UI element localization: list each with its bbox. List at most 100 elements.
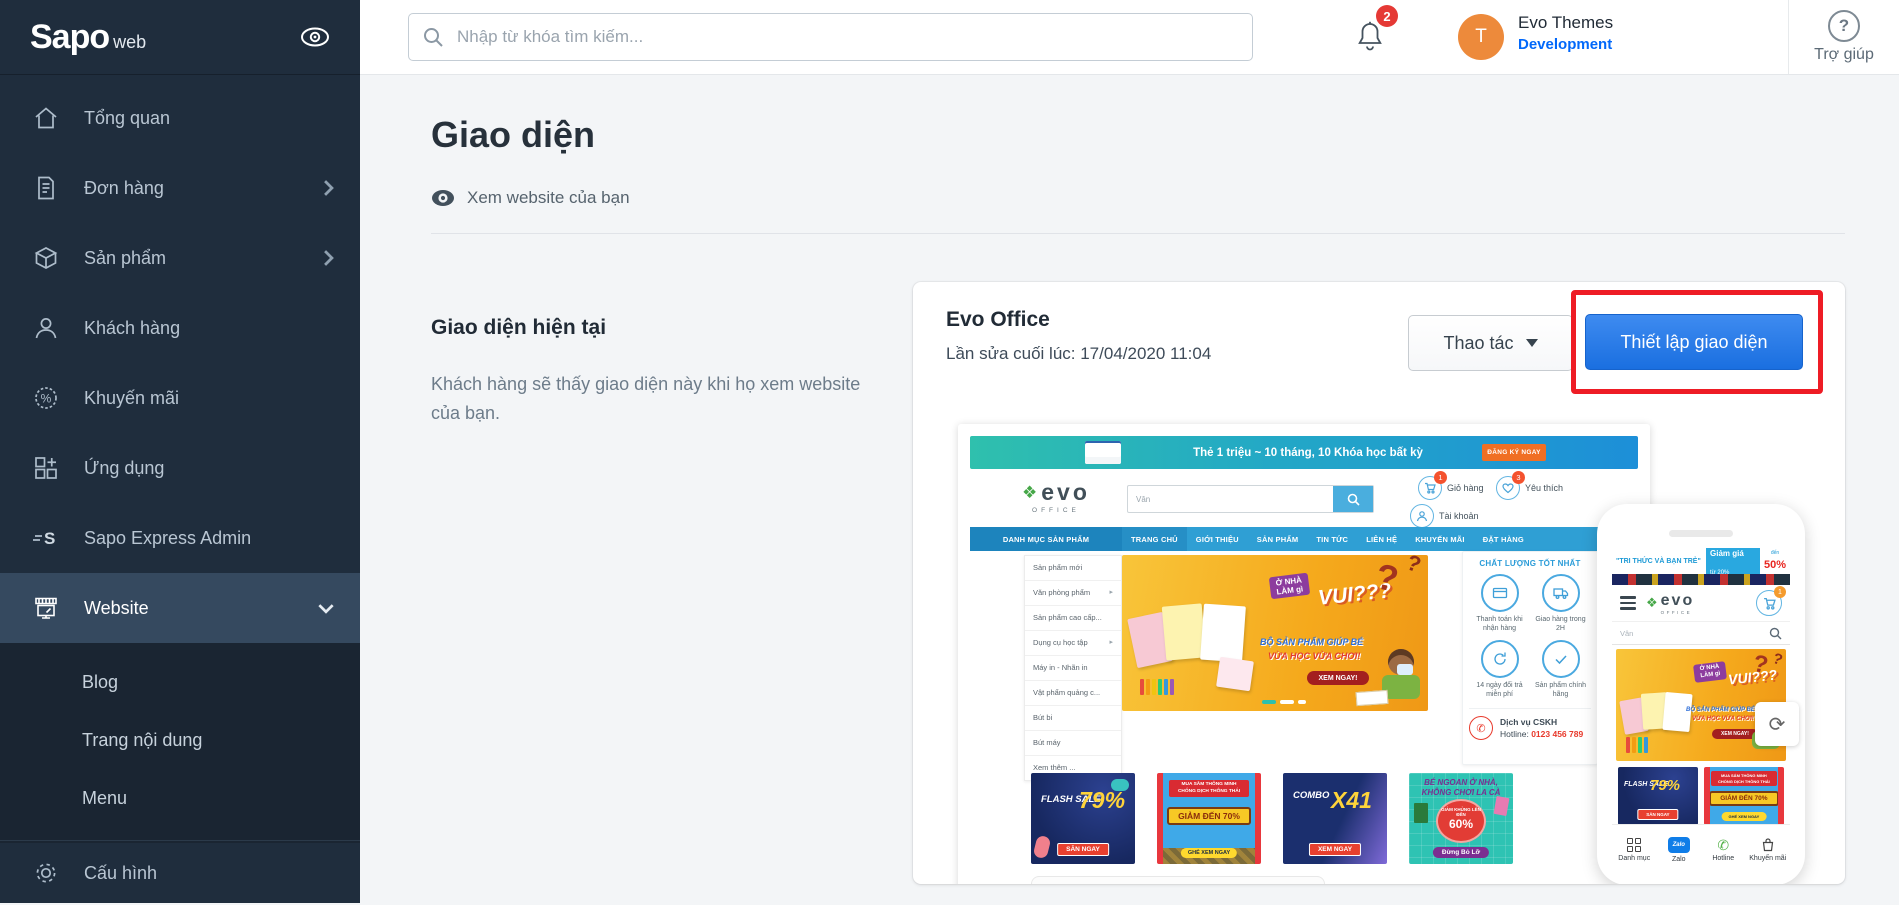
actions-label: Thao tác [1443, 332, 1514, 353]
tile-cta: XEM NGAY [1308, 843, 1362, 856]
preview-nav-order: ĐẶT HÀNG [1482, 534, 1524, 544]
hero-crayons [1140, 679, 1174, 695]
setup-theme-button[interactable]: Thiết lập giao diện [1585, 314, 1803, 370]
sidebar-subitem-menu[interactable]: Menu [0, 769, 360, 827]
global-search [408, 13, 1253, 61]
preview-banner-cta: ĐĂNG KÝ NGAY [1482, 444, 1546, 461]
user-icon [1410, 504, 1434, 528]
hero-badge: Ở NHÀ LÀM gì [1268, 572, 1310, 600]
sidebar-subitem-trang-noi-dung[interactable]: Trang nội dung [0, 711, 360, 769]
hero-kid-book [1355, 689, 1389, 707]
theme-name: Evo Office [946, 308, 1050, 331]
tile-decor [1414, 803, 1428, 823]
wishlist-label: Yêu thích [1525, 483, 1564, 493]
account-menu[interactable]: Evo Themes Development [1518, 12, 1613, 55]
mobile-search: Vân [1612, 621, 1790, 645]
sidebar-item-khuyen-mai[interactable]: % Khuyến mãi [0, 363, 360, 433]
question-mark-decor: ? [1770, 649, 1785, 670]
preview-promo-banner: Thẻ 1 triệu ~ 10 tháng, 10 Khóa học bất … [970, 436, 1638, 469]
delivery-truck-icon [1541, 574, 1580, 612]
topbar: 2 T Evo Themes Development ? Trợ giúp [360, 0, 1899, 75]
eye-filled-icon [431, 189, 455, 207]
hero-badge: Ở NHÀ LÀM gì [1693, 661, 1727, 683]
phone-icon: ✆ [1717, 837, 1730, 853]
sidebar-item-khach-hang[interactable]: Khách hàng [0, 293, 360, 363]
eye-icon[interactable] [300, 27, 330, 47]
menu-item: Vật phẩm quảng c... [1025, 681, 1121, 706]
quality-grid: Thanh toán khi nhận hàng Giao hàng trong… [1469, 574, 1591, 706]
preview-nav-contact: LIÊN HỆ [1366, 534, 1398, 544]
return-icon [1480, 640, 1519, 679]
main-content: Giao diện Xem website của bạn Giao diện … [360, 74, 1899, 903]
tile-percent: 79% [1079, 787, 1126, 813]
genuine-icon [1541, 640, 1580, 679]
tile-title: BÉ NGOAN Ở NHÀ, KHÔNG CHƠI LA CÀ [1421, 778, 1501, 797]
preview-nav-home: TRANG CHỦ [1122, 527, 1187, 551]
heart-icon: 3 [1496, 471, 1525, 500]
sidebar-submenu-website: Blog Trang nội dung Menu [0, 643, 360, 843]
chevron-right-icon [323, 249, 334, 267]
theme-preview-desktop: Thẻ 1 triệu ~ 10 tháng, 10 Khóa học bất … [958, 424, 1650, 884]
zalo-icon: Zalo [1667, 837, 1690, 853]
quality-feature: Sản phẩm chính hãng [1530, 640, 1591, 699]
sapo-express-icon: S [32, 524, 60, 552]
sidebar-item-label: Sapo Express Admin [84, 527, 252, 548]
view-website-link[interactable]: Xem website của bạn [431, 188, 630, 208]
sidebar-menu: Tổng quan Đơn hàng Sản phẩm Khách hàng %… [0, 75, 360, 643]
account-label: Tài khoản [1439, 511, 1479, 521]
promo-tile-giam-70: MUA SẮM THÔNG MINH CHỐNG DỊCH THÔNG THÁI … [1157, 773, 1261, 864]
sapo-logo-text: Sapo [30, 17, 110, 56]
sapo-logo[interactable]: Sapo web [30, 18, 146, 57]
page-title: Giao diện [431, 114, 596, 155]
customer-icon [32, 314, 60, 342]
search-icon [422, 26, 444, 48]
sidebar-item-sapo-express[interactable]: S Sapo Express Admin [0, 503, 360, 573]
preview-nav-promo: KHUYẾN MÃI [1415, 534, 1465, 544]
mobile-cart-badge: 1 [1774, 586, 1786, 598]
wishlist-badge: 3 [1512, 471, 1525, 484]
promo-tile-giam-70: MUA SẮM THÔNG MINH CHỐNG DỊCH THÔNG THÁI … [1703, 767, 1784, 825]
bag-icon [1761, 838, 1775, 852]
hero-line2: VỪA HỌC VỪA CHƠI! [1268, 651, 1361, 661]
preview-quality-card: CHẤT LƯỢNG TỐT NHẤT Thanh toán khi nhận … [1462, 551, 1598, 765]
help-button[interactable]: ? Trợ giúp [1789, 0, 1899, 74]
support-row: ✆ Dịch vụ CSKH Hotline: 0123 456 789 [1469, 716, 1591, 741]
tile-cta: Đừng Bỏ Lỡ [1432, 847, 1490, 858]
avatar[interactable]: T [1458, 14, 1504, 60]
menu-item: Văn phòng phẩm ▸ [1025, 581, 1121, 606]
sidebar-item-label: Website [84, 597, 149, 618]
mobile-top-banner: "TRI THỨC VÀ BẠN TRẺ" Giảm giá từ 20% đến… [1612, 548, 1790, 576]
promo-tile-combo: COMBO X41 XEM NGAY [1283, 773, 1387, 864]
hero-book [1200, 603, 1246, 663]
tile-title: COMBO [1293, 790, 1330, 801]
search-input[interactable] [408, 13, 1253, 61]
phone-speaker [1669, 530, 1733, 537]
sidebar-item-san-pham[interactable]: Sản phẩm [0, 223, 360, 293]
preview-category-menu: Sản phẩm mới Văn phòng phẩm ▸ Sản phẩm ca… [1024, 555, 1122, 781]
sidebar-item-ung-dung[interactable]: Ứng dụng [0, 433, 360, 503]
quality-title: CHẤT LƯỢNG TỐT NHẤT [1479, 559, 1581, 568]
sidebar-subitem-blog[interactable]: Blog [0, 653, 360, 711]
sidebar-item-website[interactable]: Website [0, 573, 360, 643]
hero-kid-mask [1397, 664, 1413, 675]
actions-dropdown-button[interactable]: Thao tác [1408, 315, 1573, 371]
hero-line2: VỪA HỌC VỪA CHƠI! [1692, 716, 1754, 722]
evo-logo: ❖ evo OFFICE [1022, 479, 1090, 514]
sidebar-item-cau-hinh[interactable]: Cấu hình [0, 841, 360, 905]
sidebar-item-tong-quan[interactable]: Tổng quan [0, 83, 360, 153]
preview-banner-text: Thẻ 1 triệu ~ 10 tháng, 10 Khóa học bất … [1193, 446, 1423, 459]
preview-body: Sản phẩm mới Văn phòng phẩm ▸ Sản phẩm ca… [970, 551, 1638, 791]
account-plan: Development [1518, 35, 1613, 53]
sidebar: Sapo web Tổng quan Đơn hàng Sản phẩm Khá… [0, 0, 360, 903]
sidebar-item-label: Tổng quan [84, 107, 171, 128]
sidebar-item-label: Ứng dụng [84, 457, 165, 478]
notification-badge[interactable]: 2 [1376, 5, 1398, 27]
grid-icon [1627, 838, 1642, 852]
caret-down-icon [1525, 339, 1538, 347]
preview-header: ❖ evo OFFICE Vân 1 Giỏ hàng 3 Yêu thích … [970, 469, 1638, 528]
sidebar-logo-bar: Sapo web [0, 0, 360, 75]
mobile-nav-hotline: ✆ Hotline [1712, 837, 1735, 862]
sidebar-item-don-hang[interactable]: Đơn hàng [0, 153, 360, 223]
promo-tile-be-ngoan: BÉ NGOAN Ở NHÀ, KHÔNG CHƠI LA CÀ GIẢM KHỦ… [1409, 773, 1513, 864]
promo-tile-flash-sale: FLASH SALE 79% SĂN NGAY [1031, 773, 1135, 864]
